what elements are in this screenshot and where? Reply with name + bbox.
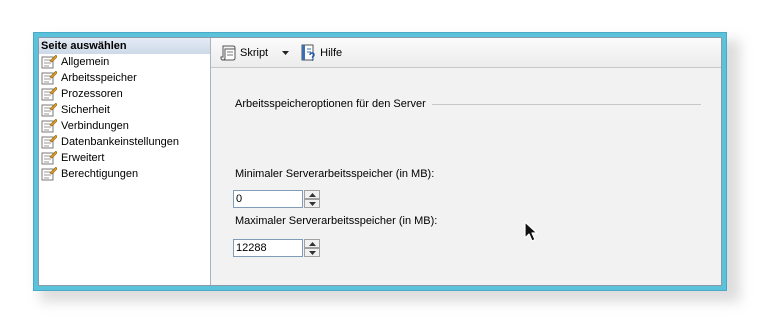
memory-options-section: Arbeitsspeicheroptionen für den Server	[235, 98, 701, 110]
content-pane: Skript Hilfe Arbeitsspeicheroptionen für…	[211, 38, 721, 285]
page-item-verbindungen[interactable]: Verbindungen	[39, 118, 210, 134]
page-selector-pane: Seite auswählen Allgemein Arbeitsspeiche…	[39, 38, 211, 285]
page-wrench-icon	[41, 87, 57, 101]
min-memory-spin-buttons	[304, 190, 320, 208]
page-list: Allgemein Arbeitsspeicher Prozessoren Si…	[39, 54, 210, 182]
page-item-label: Verbindungen	[61, 120, 129, 132]
help-button-label: Hilfe	[320, 46, 343, 59]
help-icon	[301, 44, 315, 61]
page-wrench-icon	[41, 71, 57, 85]
section-title: Arbeitsspeicheroptionen für den Server	[235, 98, 426, 110]
min-memory-increase-button[interactable]	[304, 190, 320, 199]
page-wrench-icon	[41, 135, 57, 149]
page-item-sicherheit[interactable]: Sicherheit	[39, 102, 210, 118]
page-item-label: Berechtigungen	[61, 168, 139, 180]
chevron-up-icon	[308, 241, 316, 246]
mouse-cursor-icon	[524, 221, 538, 242]
script-button-label: Skript	[240, 46, 269, 59]
min-memory-stepper	[233, 190, 321, 208]
page-item-label: Datenbankeinstellungen	[61, 136, 180, 148]
page-item-prozessoren[interactable]: Prozessoren	[39, 86, 210, 102]
section-divider	[431, 103, 701, 105]
page-item-berechtigungen[interactable]: Berechtigungen	[39, 166, 210, 182]
chevron-down-icon	[308, 201, 316, 206]
page-item-label: Allgemein	[61, 56, 110, 68]
page-wrench-icon	[41, 103, 57, 117]
max-memory-input[interactable]	[233, 239, 303, 257]
page-wrench-icon	[41, 119, 57, 133]
page-item-erweitert[interactable]: Erweitert	[39, 150, 210, 166]
page-wrench-icon	[41, 167, 57, 181]
page-item-label: Sicherheit	[61, 104, 110, 116]
chevron-up-icon	[308, 192, 316, 197]
page-item-label: Arbeitsspeicher	[61, 72, 137, 84]
min-memory-label: Minimaler Serverarbeitsspeicher (in MB):	[235, 168, 435, 180]
page-item-label: Prozessoren	[61, 88, 123, 100]
page-item-arbeitsspeicher[interactable]: Arbeitsspeicher	[39, 70, 210, 86]
dialog-window: Seite auswählen Allgemein Arbeitsspeiche…	[38, 37, 722, 286]
max-memory-spin-buttons	[304, 239, 320, 257]
help-button[interactable]: Hilfe	[297, 43, 344, 63]
script-dropdown-button[interactable]	[270, 43, 297, 63]
page-item-label: Erweitert	[61, 152, 105, 164]
dialog-frame: Seite auswählen Allgemein Arbeitsspeiche…	[33, 32, 727, 291]
max-memory-stepper	[233, 239, 321, 257]
chevron-down-icon	[282, 50, 290, 55]
page-wrench-icon	[41, 151, 57, 165]
min-memory-input[interactable]	[233, 190, 303, 208]
page-wrench-icon	[41, 55, 57, 69]
script-button[interactable]: Skript	[217, 43, 270, 63]
min-memory-decrease-button[interactable]	[304, 199, 320, 208]
toolbar: Skript Hilfe	[211, 38, 721, 68]
page-item-datenbankeinstellungen[interactable]: Datenbankeinstellungen	[39, 134, 210, 150]
page-item-allgemein[interactable]: Allgemein	[39, 54, 210, 70]
script-icon	[220, 45, 236, 61]
max-memory-decrease-button[interactable]	[304, 248, 320, 257]
chevron-down-icon	[308, 250, 316, 255]
max-memory-increase-button[interactable]	[304, 239, 320, 248]
max-memory-label: Maximaler Serverarbeitsspeicher (in MB):	[235, 215, 438, 227]
page-selector-header: Seite auswählen	[39, 38, 210, 54]
